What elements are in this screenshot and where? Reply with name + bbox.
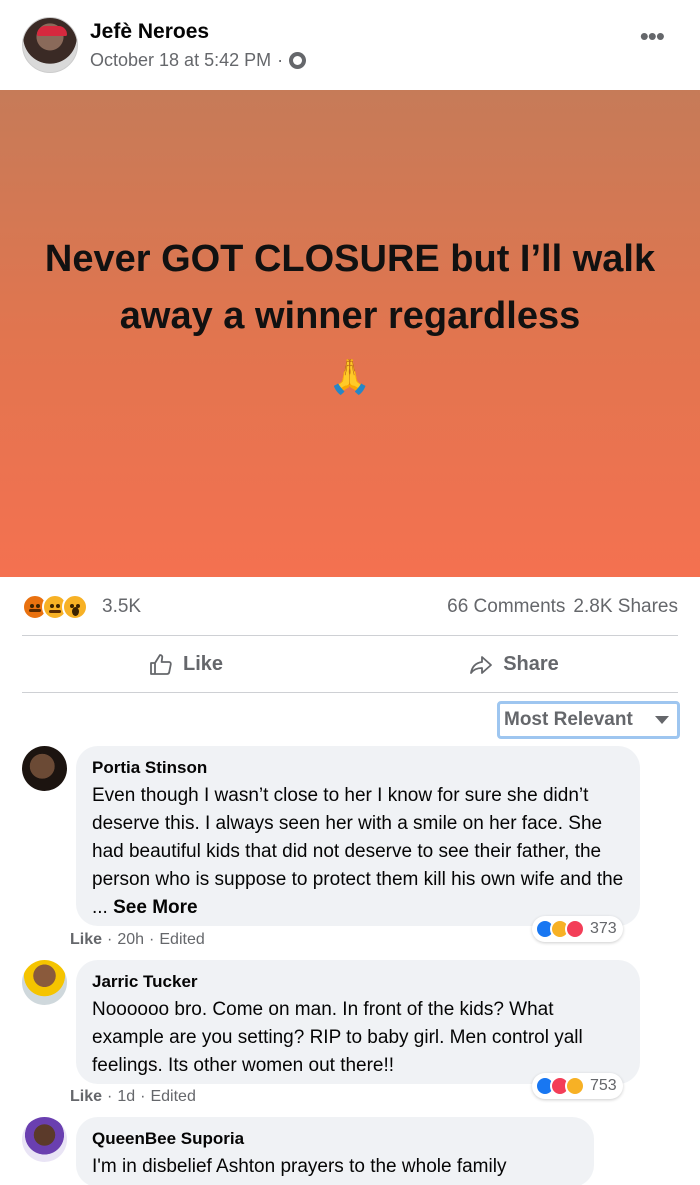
post-stats: 3.5K 66 Comments 2.8K Shares (22, 590, 678, 624)
commenter-avatar[interactable] (22, 746, 67, 791)
meta-separator: · (277, 50, 284, 70)
reaction-count: 373 (590, 920, 617, 937)
action-bar: Like Share (22, 637, 678, 692)
reaction-count[interactable]: 3.5K (102, 596, 141, 618)
comment-reactions[interactable]: 373 (532, 916, 623, 942)
comment-sort-dropdown[interactable]: Most Relevant (497, 701, 680, 739)
thumbs-up-icon (150, 653, 172, 675)
like-label: Like (182, 653, 224, 675)
comment-bubble: QueenBee Suporia I'm in disbelief Ashton… (76, 1117, 594, 1185)
commenter-name[interactable]: QueenBee Suporia (92, 1129, 578, 1149)
wow-icon (62, 594, 88, 620)
author-avatar[interactable] (22, 17, 78, 73)
comment-reactions[interactable]: 753 (532, 1073, 623, 1099)
comment-text: I'm in disbelief Ashton prayers to the w… (92, 1156, 507, 1177)
comment-meta: Like · 20h · Edited (70, 931, 205, 949)
globe-icon (289, 52, 307, 69)
comment-like-button[interactable]: Like (70, 1088, 102, 1106)
divider (22, 635, 678, 636)
caret-down-icon (655, 716, 669, 724)
comment-age[interactable]: 20h (117, 931, 144, 949)
share-arrow-icon (470, 655, 493, 674)
commenter-avatar[interactable] (22, 960, 67, 1005)
share-button[interactable]: Share (350, 637, 678, 692)
comment-text: Even though I wasn’t close to her I know… (92, 785, 624, 918)
share-label: Share (503, 653, 559, 675)
divider (22, 692, 678, 693)
praying-hands-emoji: 🙏 (328, 357, 372, 396)
comment-like-button[interactable]: Like (70, 931, 102, 949)
edited-label[interactable]: Edited (150, 1088, 195, 1106)
commenter-name[interactable]: Jarric Tucker (92, 972, 624, 992)
reaction-count: 753 (590, 1077, 617, 1094)
comment-bubble: Portia Stinson Even though I wasn’t clos… (76, 746, 640, 926)
comment-bubble: Jarric Tucker Noooooo bro. Come on man. … (76, 960, 640, 1084)
post-meta: October 18 at 5:42 PM · (90, 50, 307, 71)
edited-label[interactable]: Edited (159, 931, 204, 949)
post-timestamp[interactable]: October 18 at 5:42 PM (90, 50, 271, 71)
post-text: Never GOT CLOSURE but I’ll walk away a w… (44, 237, 656, 337)
commenter-name[interactable]: Portia Stinson (92, 758, 624, 778)
comment-meta: Like · 1d · Edited (70, 1088, 196, 1106)
post-image[interactable]: Never GOT CLOSURE but I’ll walk away a w… (0, 90, 700, 577)
reaction-icons[interactable] (22, 594, 88, 620)
author-name[interactable]: Jefè Neroes (90, 20, 209, 44)
comment-age[interactable]: 1d (117, 1088, 135, 1106)
love-reaction-icon (565, 919, 585, 939)
more-options-button[interactable]: ••• (640, 23, 665, 49)
comments-count[interactable]: 66 Comments (447, 596, 565, 618)
sort-label: Most Relevant (504, 709, 633, 730)
like-button[interactable]: Like (22, 637, 350, 692)
comment-text: Noooooo bro. Come on man. In front of th… (92, 999, 583, 1076)
commenter-avatar[interactable] (22, 1117, 67, 1162)
sad-reaction-icon (565, 1076, 585, 1096)
post-header: Jefè Neroes October 18 at 5:42 PM · ••• (0, 0, 700, 90)
see-more-link[interactable]: See More (113, 897, 197, 918)
shares-count[interactable]: 2.8K Shares (573, 596, 678, 618)
